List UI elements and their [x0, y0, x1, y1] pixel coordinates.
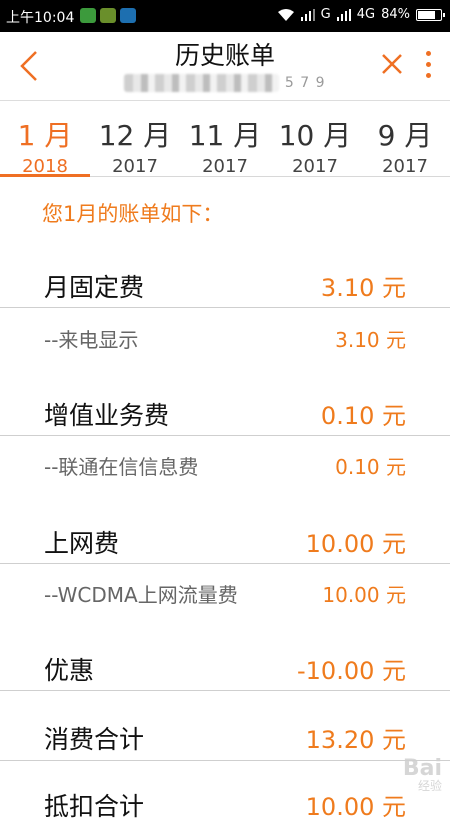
bill-item-amount: -10.00 元 — [297, 657, 406, 685]
account-number-visible: 5 7 9 — [284, 75, 326, 91]
tab-2017-12[interactable]: 12 月 2017 — [90, 101, 180, 177]
tab-year: 2017 — [382, 156, 428, 177]
status-time: 上午10:04 — [6, 10, 75, 26]
divider — [0, 563, 450, 564]
close-icon[interactable] — [378, 50, 406, 78]
battery-fill — [418, 10, 435, 19]
bill-item-label: 月固定费 — [44, 273, 145, 302]
tab-year: 2017 — [112, 156, 158, 177]
app-notification-icon — [100, 8, 116, 23]
signal-icon — [300, 8, 315, 21]
bill-item-amount: 3.10 元 — [320, 274, 406, 302]
tab-month: 1 月 — [17, 119, 73, 152]
bill-subitem-label: --WCDMA上网流量费 — [44, 583, 238, 607]
notification-icons — [80, 8, 136, 23]
header: 历史账单 5 7 9 — [0, 32, 450, 101]
tab-2017-11[interactable]: 11 月 2017 — [180, 101, 270, 177]
bill-item-amount: 10.00 元 — [305, 793, 406, 821]
app2-notification-icon — [120, 8, 136, 23]
divider — [0, 690, 450, 691]
tab-month: 9 月 — [377, 119, 433, 152]
tab-year: 2017 — [292, 156, 338, 177]
bill-subitem-amount: 0.10 元 — [335, 455, 406, 479]
battery-percent: 84% — [381, 7, 410, 22]
tab-year: 2017 — [202, 156, 248, 177]
bill-subitem-label: --联通在信信息费 — [44, 455, 199, 479]
bill-subitem-label: --来电显示 — [44, 328, 139, 352]
bill-item-label: 抵扣合计 — [44, 792, 145, 821]
tab-2017-10[interactable]: 10 月 2017 — [270, 101, 360, 177]
divider — [0, 307, 450, 308]
bill-item-label: 增值业务费 — [44, 401, 170, 430]
tab-month: 11 月 — [188, 119, 262, 152]
bill-item-amount: 13.20 元 — [305, 726, 406, 754]
bill-intro: 您1月的账单如下： — [42, 202, 224, 226]
bill-item-label: 消费合计 — [44, 725, 145, 754]
wifi-icon — [277, 8, 294, 21]
more-options-icon[interactable] — [420, 48, 436, 82]
bill-item-label: 优惠 — [44, 656, 95, 685]
tab-month: 10 月 — [278, 119, 352, 152]
wechat-notification-icon — [80, 8, 96, 23]
status-right: G 4G 84% — [277, 7, 445, 22]
bill-item-amount: 0.10 元 — [320, 402, 406, 430]
bill-subitem-amount: 10.00 元 — [322, 583, 406, 607]
tab-2018-1[interactable]: 1 月 2018 — [0, 101, 90, 177]
network-type-2: 4G — [356, 7, 376, 22]
tab-month: 12 月 — [98, 119, 172, 152]
network-type: G — [320, 7, 331, 22]
bill-subitem-amount: 3.10 元 — [335, 328, 406, 352]
divider — [0, 760, 450, 761]
bill-item-label: 上网费 — [44, 529, 120, 558]
battery-icon — [416, 8, 445, 21]
signal2-icon — [336, 8, 351, 21]
status-bar: 上午10:04 G 4G 84% — [0, 0, 450, 32]
blurred-phone-number — [124, 74, 280, 92]
tab-2017-9[interactable]: 9 月 2017 — [360, 101, 450, 177]
tab-year: 2018 — [22, 156, 68, 177]
bill-item-amount: 10.00 元 — [305, 530, 406, 558]
month-tabs: 1 月 2018 12 月 2017 11 月 2017 10 月 2017 9… — [0, 101, 450, 177]
baidu-watermark: Bai 经验 — [403, 756, 442, 794]
divider — [0, 435, 450, 436]
